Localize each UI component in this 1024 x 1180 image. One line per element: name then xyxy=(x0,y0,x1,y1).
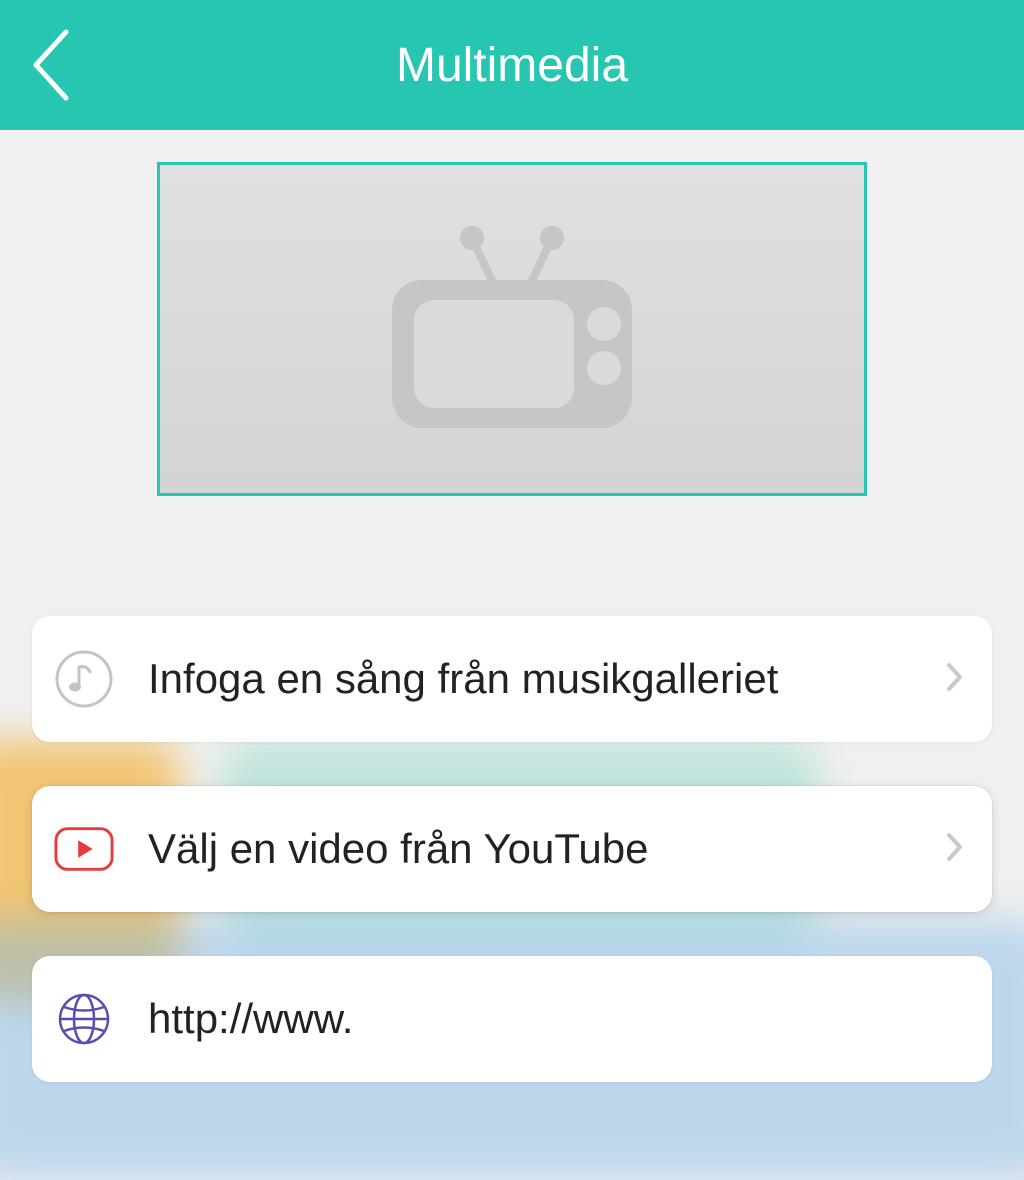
globe-icon xyxy=(54,989,114,1049)
media-preview[interactable] xyxy=(157,162,867,496)
chevron-right-icon xyxy=(946,832,964,867)
page-title: Multimedia xyxy=(0,38,1024,93)
option-url-placeholder: http://www. xyxy=(148,995,353,1043)
option-list: Infoga en sång från musikgalleriet Välj … xyxy=(32,616,992,1082)
music-note-icon xyxy=(54,649,114,709)
header-bar: Multimedia xyxy=(0,0,1024,130)
chevron-left-icon xyxy=(26,26,74,104)
option-music-gallery[interactable]: Infoga en sång från musikgalleriet xyxy=(32,616,992,742)
back-button[interactable] xyxy=(0,0,100,130)
option-youtube[interactable]: Välj en video från YouTube xyxy=(32,786,992,912)
youtube-icon xyxy=(54,819,114,879)
option-youtube-label: Välj en video från YouTube xyxy=(148,825,649,873)
tv-placeholder-icon xyxy=(372,224,652,434)
option-url[interactable]: http://www. xyxy=(32,956,992,1082)
option-music-label: Infoga en sång från musikgalleriet xyxy=(148,655,778,703)
chevron-right-icon xyxy=(946,662,964,697)
